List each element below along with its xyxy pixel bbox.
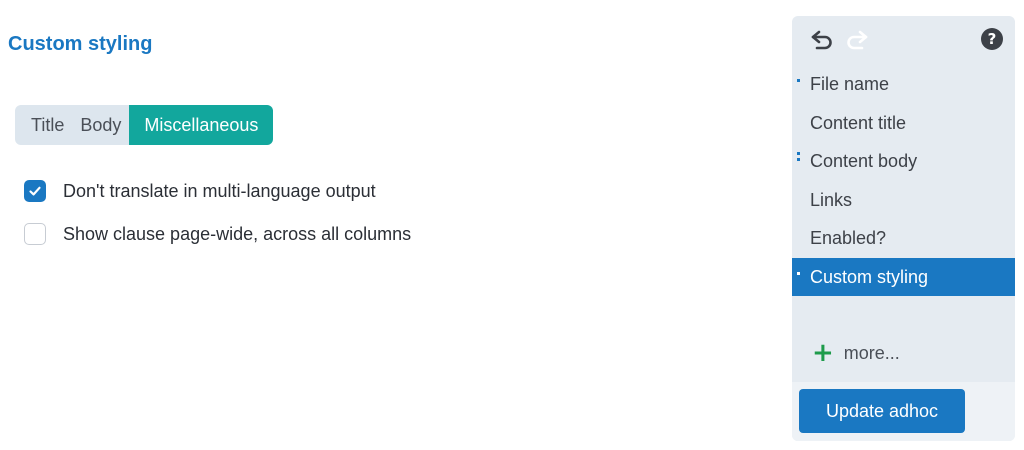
tab-body[interactable]: Body: [72, 105, 129, 145]
panel-toolbar: ?: [792, 16, 1015, 64]
panel-item-enabled[interactable]: Enabled?: [792, 219, 1015, 257]
checkmark-icon: [29, 186, 41, 196]
option-no-translate[interactable]: Don't translate in multi-language output: [24, 179, 376, 203]
side-panel: ? File name Content title Content body L…: [792, 16, 1015, 441]
panel-item-content-body[interactable]: Content body: [792, 142, 1015, 180]
panel-item-file-name[interactable]: File name: [792, 65, 1015, 103]
page-wide-label: Show clause page-wide, across all column…: [63, 223, 412, 244]
tab-title[interactable]: Title: [15, 105, 72, 145]
panel-item-links[interactable]: Links: [792, 181, 1015, 219]
help-icon[interactable]: ?: [981, 28, 1003, 50]
page-wide-checkbox[interactable]: [24, 223, 46, 245]
undo-icon[interactable]: [810, 28, 836, 52]
more-link[interactable]: + more...: [812, 338, 900, 368]
tab-bar: Title Body Miscellaneous: [15, 105, 274, 145]
panel-footer: Update adhoc: [792, 382, 1015, 441]
option-page-wide[interactable]: Show clause page-wide, across all column…: [24, 222, 411, 246]
panel-item-label: Links: [810, 190, 853, 210]
no-translate-checkbox[interactable]: [24, 180, 46, 202]
page: Custom styling Title Body Miscellaneous …: [0, 0, 1024, 450]
plus-icon: +: [812, 338, 834, 368]
tab-miscellaneous[interactable]: Miscellaneous: [129, 105, 274, 145]
main-content: Custom styling Title Body Miscellaneous …: [8, 0, 768, 450]
panel-item-label: Custom styling: [810, 267, 929, 287]
more-label: more...: [843, 342, 900, 363]
panel-item-content-title[interactable]: Content title: [792, 104, 1015, 142]
panel-item-label: Content title: [810, 113, 907, 133]
panel-item-custom-styling[interactable]: Custom styling: [792, 258, 1015, 296]
panel-item-label: File name: [810, 74, 890, 94]
panel-item-label: Content body: [810, 151, 918, 171]
panel-item-label: Enabled?: [810, 228, 887, 248]
page-title: Custom styling: [8, 33, 153, 55]
no-translate-label: Don't translate in multi-language output: [63, 180, 376, 201]
redo-icon[interactable]: [843, 28, 869, 52]
update-adhoc-button[interactable]: Update adhoc: [799, 389, 965, 433]
